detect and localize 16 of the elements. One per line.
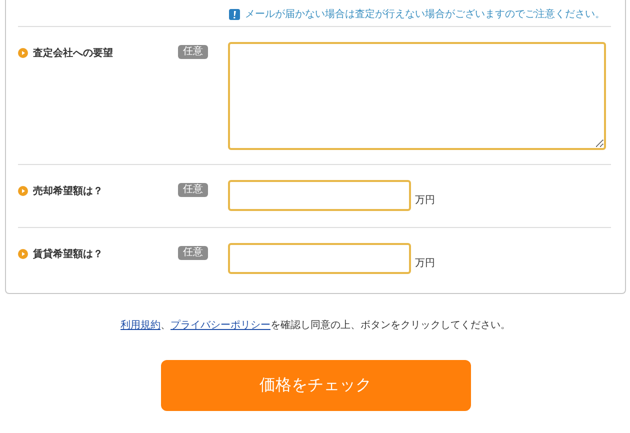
unit-label: 万円: [415, 194, 435, 207]
field-label: 売却希望額は？: [33, 184, 103, 198]
agreement-text: 利用規約、プライバシーポリシーを確認し同意の上、ボタンをクリックしてください。: [120, 318, 510, 332]
optional-badge: 任意: [178, 246, 208, 260]
field-label: 賃貸希望額は？: [33, 247, 103, 261]
notice-text: メールが届かない場合は査定が行えない場合がございますのでご注意ください。: [245, 8, 605, 21]
agreement-link[interactable]: プライバシーポリシー: [170, 320, 270, 331]
unit-label: 万円: [415, 257, 435, 270]
field-label: 査定会社への要望: [33, 46, 113, 60]
request-textarea[interactable]: [228, 42, 606, 150]
amount-input[interactable]: [228, 243, 411, 274]
optional-badge: 任意: [178, 45, 208, 59]
optional-badge: 任意: [178, 183, 208, 197]
exclamation-icon: [229, 8, 240, 20]
amount-input[interactable]: [228, 180, 411, 211]
agreement-link[interactable]: 利用規約: [120, 320, 160, 331]
